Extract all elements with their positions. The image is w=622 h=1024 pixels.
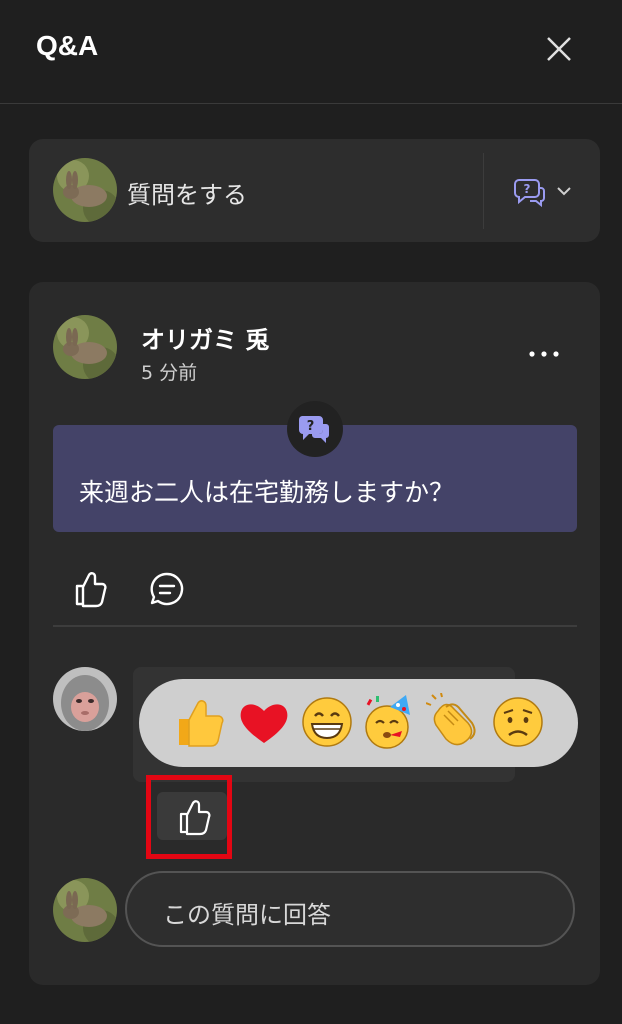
thumbs-up-emoji-icon xyxy=(179,700,224,747)
question-icon: ? xyxy=(298,416,329,443)
divider xyxy=(53,625,577,627)
highlight-box xyxy=(146,775,232,859)
sad-emoji-icon xyxy=(493,697,543,747)
party-emoji-icon xyxy=(365,695,410,749)
close-icon xyxy=(547,37,571,61)
ask-question-input[interactable]: 質問をする xyxy=(127,175,247,210)
chevron-down-icon xyxy=(557,187,571,196)
more-icon xyxy=(529,351,559,357)
author-name: オリガミ 兎 xyxy=(141,326,270,354)
reaction-clap[interactable] xyxy=(425,692,484,751)
panel-header: Q&A xyxy=(0,0,622,104)
heart-emoji-icon xyxy=(240,704,288,743)
user-avatar xyxy=(53,158,117,222)
clap-emoji-icon xyxy=(425,692,476,746)
question-bubble-icon: ? xyxy=(514,179,545,208)
reaction-picker xyxy=(139,679,578,767)
panel-title: Q&A xyxy=(36,30,99,61)
question-type-dropdown[interactable]: ? xyxy=(509,171,579,211)
svg-text:?: ? xyxy=(307,419,315,434)
close-button[interactable] xyxy=(540,30,580,70)
question-like-button[interactable] xyxy=(71,568,107,608)
reaction-party[interactable] xyxy=(360,693,418,751)
answer-input-placeholder: この質問に回答 xyxy=(163,901,331,929)
responder-avatar[interactable] xyxy=(53,667,117,731)
question-badge: ? xyxy=(287,401,343,457)
laugh-emoji-icon xyxy=(302,697,352,747)
answer-input[interactable]: この質問に回答 xyxy=(125,871,575,947)
reaction-sad[interactable] xyxy=(489,693,547,751)
reaction-heart[interactable] xyxy=(235,693,293,751)
post-timestamp: 5 分前 xyxy=(141,362,198,384)
divider xyxy=(483,153,484,229)
reaction-laugh[interactable] xyxy=(298,693,356,751)
ask-question-card[interactable]: 質問をする ? xyxy=(29,139,600,242)
author-avatar[interactable] xyxy=(53,315,117,379)
thumbs-up-icon xyxy=(75,572,107,608)
more-options-button[interactable] xyxy=(523,338,565,362)
question-text: 来週お二人は在宅勤務しますか？ xyxy=(79,478,455,507)
reply-button[interactable] xyxy=(147,569,187,609)
question-card: オリガミ 兎 5 分前 来週お二人は在宅勤務しますか？ ? この質問に回答 xyxy=(29,282,600,985)
reaction-like[interactable] xyxy=(171,693,229,751)
comment-icon xyxy=(150,572,184,606)
user-avatar xyxy=(53,878,117,942)
svg-text:?: ? xyxy=(524,182,531,196)
